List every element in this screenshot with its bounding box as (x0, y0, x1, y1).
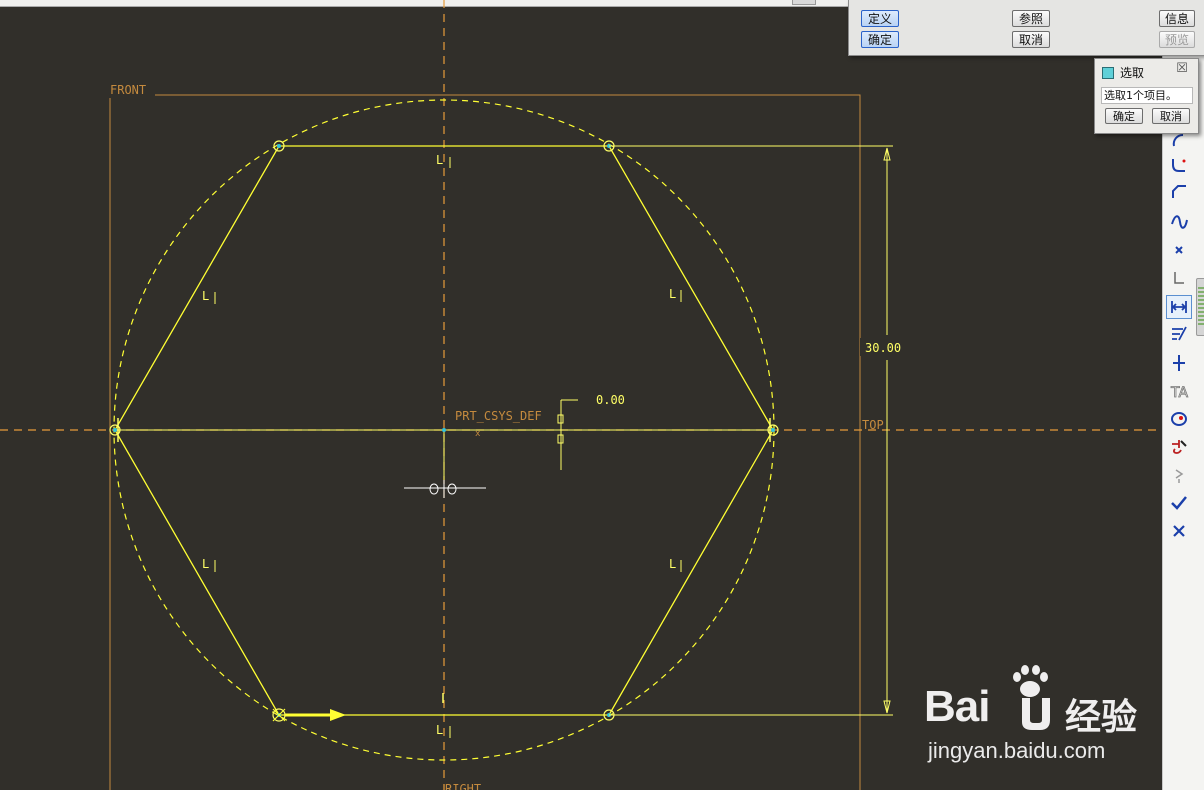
right-datum-label: RIGHT (445, 782, 481, 790)
select-dialog-title: 选取 (1120, 66, 1145, 80)
modify-tool-icon[interactable] (1166, 322, 1192, 346)
accept-icon[interactable] (1166, 491, 1192, 515)
select-dialog-titlebar[interactable]: 选取 ☒ (1095, 59, 1198, 83)
select-dialog-message: 选取1个项目。 (1101, 87, 1193, 104)
front-datum-boundary (109, 94, 861, 790)
trim-tool-icon[interactable] (1166, 435, 1192, 459)
svg-text:L: L (202, 557, 209, 571)
watermark-brand: Bai (924, 682, 990, 731)
dimension-tool-icon[interactable] (1166, 295, 1192, 319)
info-button[interactable]: 信息 (1159, 10, 1195, 27)
confirm-button[interactable]: 确定 (861, 31, 899, 48)
select-dialog: 选取 ☒ 选取1个项目。 确定 取消 (1094, 58, 1199, 134)
select-cancel-button[interactable]: 取消 (1152, 108, 1190, 124)
constraint-labels: L L L L L L (202, 153, 676, 737)
cancel-icon[interactable] (1166, 519, 1192, 543)
references-button[interactable]: 参照 (1012, 10, 1050, 27)
cancel-button[interactable]: 取消 (1012, 31, 1050, 48)
close-icon[interactable]: ☒ (1173, 61, 1191, 77)
watermark-brand-cn: 经验 (1065, 697, 1138, 738)
center-dimension-glyph[interactable] (404, 480, 486, 498)
svg-text:x: x (475, 429, 481, 439)
menu-manager-panel: 定义 确定 参照 取消 信息 预览 (848, 0, 1204, 56)
svg-text:L: L (436, 153, 443, 167)
fillet-tool-icon[interactable] (1166, 153, 1192, 177)
mirror-tool-icon[interactable] (1166, 463, 1192, 487)
palette-tool-icon[interactable] (1166, 407, 1192, 431)
baidu-jingyan-watermark: Bai 经验 jingyan.baidu.com (922, 660, 1162, 770)
svg-text:L: L (669, 557, 676, 571)
chamfer-tool-icon[interactable] (1166, 180, 1192, 204)
top-datum-label: TOP (862, 418, 884, 432)
offset-dimension-value[interactable]: 0.00 (596, 393, 625, 407)
height-dimension-value[interactable]: 30.00 (865, 341, 901, 355)
toolbar-scroll-grip[interactable] (1196, 278, 1204, 336)
svg-text:TA: TA (1170, 385, 1188, 401)
paw-icon (1013, 665, 1048, 697)
svg-text:L: L (202, 289, 209, 303)
watermark-url: jingyan.baidu.com (928, 738, 1106, 763)
svg-text:L: L (436, 723, 443, 737)
text-tool-icon[interactable]: TA (1166, 379, 1192, 403)
point-tool-icon[interactable] (1166, 238, 1192, 262)
select-ok-button[interactable]: 确定 (1105, 108, 1143, 124)
spline-tool-icon[interactable] (1166, 210, 1192, 234)
front-datum-label: FRONT (110, 83, 146, 97)
du-paw-mark (1022, 698, 1050, 730)
select-dialog-icon (1102, 67, 1114, 79)
csys-label: PRT_CSYS_DEF (455, 409, 542, 423)
svg-text:L: L (669, 287, 676, 301)
preview-button[interactable]: 预览 (1159, 31, 1195, 48)
coordinate-system-icon[interactable] (1166, 266, 1192, 290)
constraint-tool-icon[interactable] (1166, 351, 1192, 375)
offset-dimension[interactable]: 0.00 (557, 393, 625, 470)
define-button[interactable]: 定义 (861, 10, 899, 27)
